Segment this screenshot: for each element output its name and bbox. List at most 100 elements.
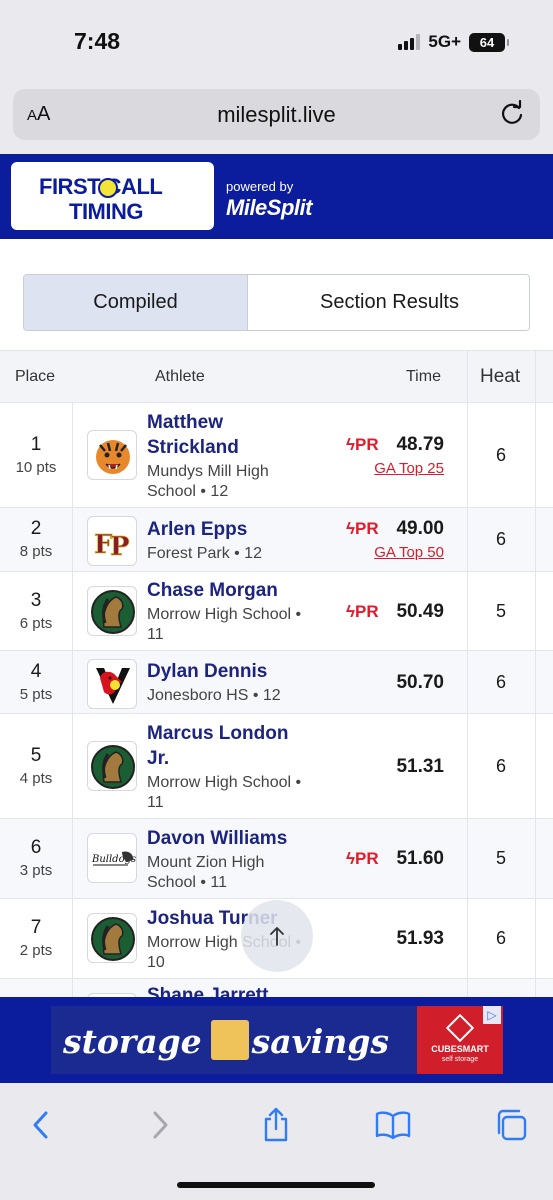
heat-number: 6	[495, 529, 506, 549]
athlete-school: Mundys Mill High School • 12	[147, 462, 269, 500]
column-header-athlete[interactable]: Athlete	[155, 368, 205, 386]
column-divider	[72, 403, 73, 507]
place-points: 6 pts	[19, 614, 53, 632]
result-time: 51.31	[396, 755, 444, 777]
cubesmart-ad[interactable]: storage savings CUBESMART self storage	[51, 1006, 503, 1074]
adchoices-icon[interactable]: ▷	[483, 1006, 501, 1024]
arrow-up-icon	[270, 927, 284, 946]
ranking-link[interactable]: GA Top 25	[374, 460, 444, 477]
heat-number: 6	[495, 928, 506, 948]
lightning-icon: ϟ	[346, 849, 355, 868]
table-row[interactable]: 2 8 pts F P Arlen Epps Forest Park • 12 ϟPR 49.…	[0, 507, 553, 571]
ad-word2: savings	[251, 1022, 389, 1061]
athlete-name-link[interactable]: Marcus London Jr.	[147, 721, 312, 771]
result-time: 51.93	[396, 928, 444, 949]
heat-number: 5	[495, 848, 506, 868]
column-divider	[535, 572, 536, 650]
table-row[interactable]: 6 3 pts Bulldogs Davon Williams Mount Zion H…	[0, 818, 553, 898]
forward-button[interactable]	[138, 1103, 182, 1147]
column-divider	[535, 403, 536, 507]
back-button[interactable]	[19, 1103, 63, 1147]
results-table: Place Athlete Time Heat	[0, 350, 553, 403]
team-logo[interactable]	[87, 913, 137, 963]
team-logo[interactable]: FP	[87, 516, 137, 566]
result-time: 48.79	[396, 433, 444, 455]
pr-label: PR	[355, 434, 379, 454]
place-points: 4 pts	[19, 769, 53, 787]
column-divider	[72, 714, 73, 818]
tab-compiled[interactable]: Compiled	[24, 275, 248, 330]
scroll-to-top-button[interactable]	[241, 900, 313, 972]
column-header-place[interactable]: Place	[15, 368, 55, 386]
athlete-name-link[interactable]: Davon Williams	[147, 826, 312, 851]
place-points: 10 pts	[15, 458, 57, 476]
pr-badge: ϟPR	[346, 602, 379, 622]
pr-badge: ϟPR	[346, 519, 379, 539]
place-points: 8 pts	[19, 543, 53, 560]
bookmarks-button[interactable]	[371, 1103, 415, 1147]
tabs-icon	[497, 1109, 527, 1141]
team-logo[interactable]: Bulldogs	[87, 833, 137, 883]
team-logo[interactable]	[87, 740, 137, 791]
place-number: 2	[30, 518, 42, 539]
first-call-timing-logo[interactable]: FIRST CALL TIMING	[11, 162, 214, 230]
stopwatch-icon	[98, 178, 118, 198]
browser-toolbar	[0, 1083, 553, 1200]
athlete-school: Forest Park • 12	[147, 544, 262, 562]
signal-icon	[398, 34, 421, 50]
address-bar[interactable]: AA milesplit.live	[13, 89, 540, 140]
chevron-right-icon	[153, 1111, 168, 1139]
battery-icon: 64	[469, 32, 509, 52]
column-divider	[72, 508, 73, 571]
pr-label: PR	[355, 601, 379, 621]
athlete-name-link[interactable]: Dylan Dennis	[147, 659, 312, 684]
column-divider	[72, 572, 73, 650]
team-logo[interactable]	[87, 659, 137, 709]
tabs-button[interactable]	[489, 1103, 533, 1147]
athlete-name-link[interactable]: Arlen Epps	[147, 517, 312, 542]
place-number: 7	[30, 917, 42, 938]
status-indicators: 5G+ 64	[398, 32, 509, 52]
cube-icon	[445, 1013, 475, 1043]
pr-label: PR	[355, 519, 379, 538]
table-row[interactable]: 4 5 pts Dylan Dennis Jonesboro HS • 12 50.70…	[0, 650, 553, 713]
result-time: 51.60	[396, 848, 444, 869]
heat-number: 5	[495, 600, 506, 621]
book-icon	[375, 1111, 411, 1140]
heat-number: 6	[495, 444, 506, 465]
lightning-icon: ϟ	[346, 519, 355, 538]
pr-label: PR	[355, 849, 379, 868]
results-tabs: Compiled Section Results	[23, 274, 530, 331]
browser-top-chrome: 7:48 5G+ 64 AA milesplit.live	[0, 0, 553, 154]
team-logo[interactable]	[87, 429, 137, 480]
place-cell: 3 6 pts	[0, 590, 72, 632]
place-number: 1	[30, 433, 42, 455]
place-cell: 2 8 pts	[0, 518, 72, 560]
ad-brand-name: CUBESMART	[431, 1044, 489, 1054]
tab-section-results[interactable]: Section Results	[248, 275, 529, 330]
place-number: 5	[30, 744, 42, 766]
site-header: FIRST CALL TIMING powered by MileSplit	[0, 154, 553, 239]
share-button[interactable]	[254, 1103, 298, 1147]
table-row[interactable]: 5 4 pts Marcus London Jr. Morrow High Schoo…	[0, 713, 553, 818]
athlete-name-link[interactable]: Matthew Strickland	[147, 410, 312, 460]
athlete-school: Morrow High School • 11	[147, 773, 302, 811]
place-cell: 7 2 pts	[0, 917, 72, 959]
column-header-time[interactable]: Time	[406, 368, 441, 386]
athlete-name-link[interactable]: Chase Morgan	[147, 578, 312, 603]
column-header-heat[interactable]: Heat	[480, 366, 520, 388]
column-divider	[535, 508, 536, 571]
team-logo[interactable]	[87, 585, 137, 636]
ranking-link[interactable]: GA Top 50	[374, 544, 444, 561]
result-time: 50.70	[396, 671, 444, 693]
table-row[interactable]: 3 6 pts Chase Morgan Morrow High School • 1…	[0, 571, 553, 650]
result-time: 50.49	[396, 600, 444, 622]
reload-icon[interactable]	[498, 100, 526, 128]
athlete-school: Mount Zion High School • 11	[147, 853, 265, 891]
table-header: Place Athlete Time Heat	[0, 350, 553, 403]
table-row[interactable]: 1 10 pts Matthew Strickland Mundys Mill Hig…	[0, 402, 553, 507]
milesplit-logo[interactable]: MileSplit	[226, 195, 312, 221]
pr-badge: ϟPR	[346, 435, 379, 455]
ad-banner-container: storage savings CUBESMART self storage ▷	[0, 997, 553, 1083]
heat-number: 6	[495, 671, 506, 692]
